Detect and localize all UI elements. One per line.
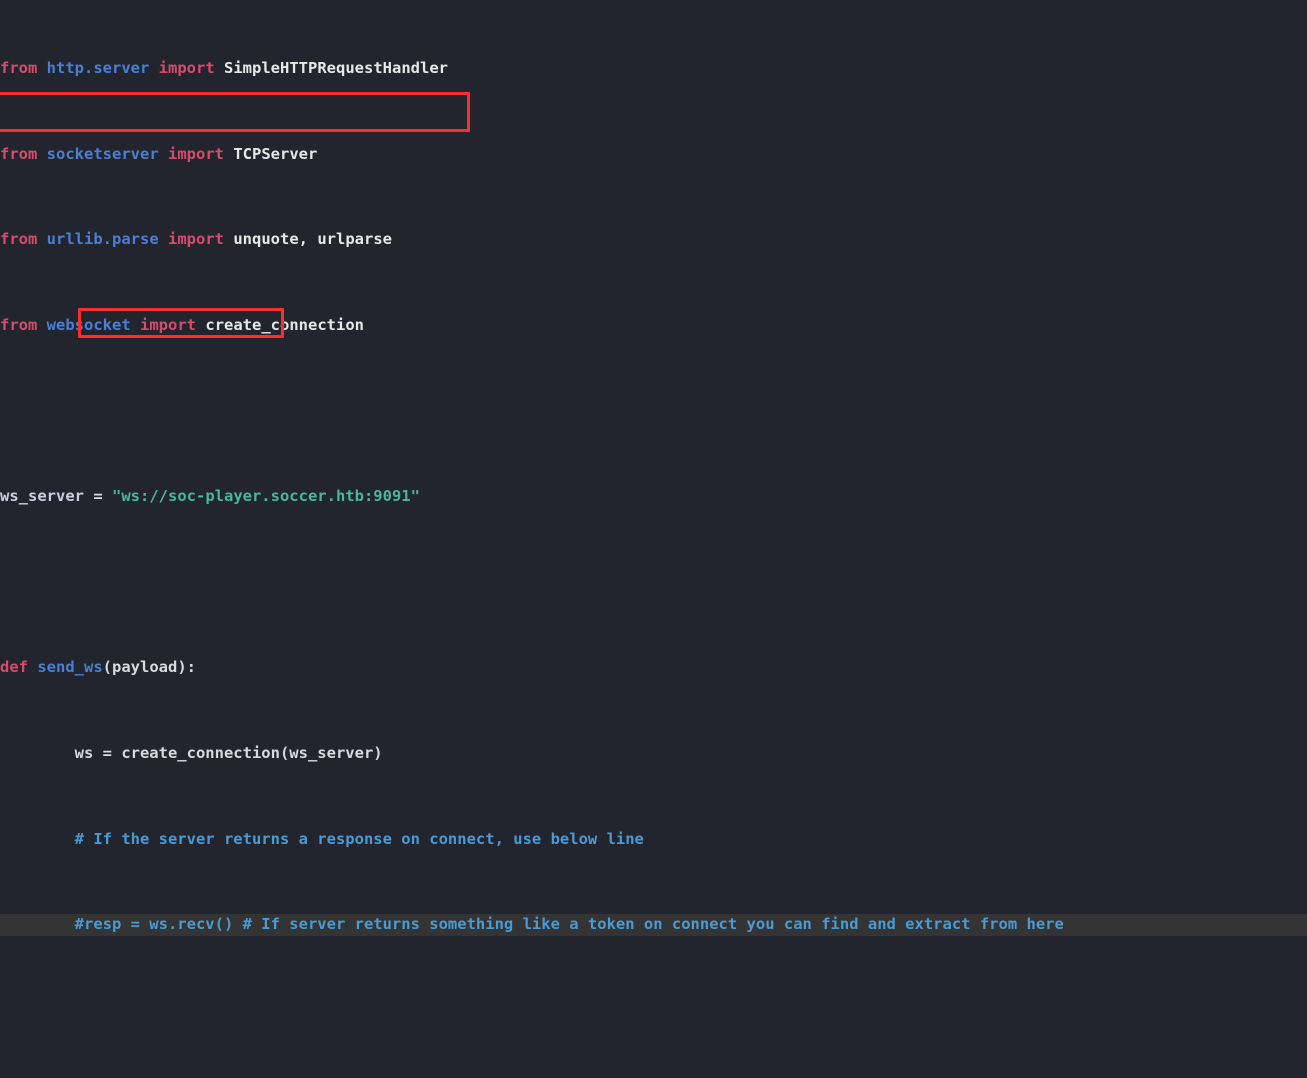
code-line-10: # If the server returns a response on co…: [0, 829, 1307, 850]
code-editor[interactable]: from http.server import SimpleHTTPReques…: [0, 0, 1307, 936]
keyword-import: import: [168, 144, 224, 163]
comment-commented-recv: #resp = ws.recv() # If server returns so…: [0, 915, 1064, 934]
code-line-6: ws_server = "ws://soc-player.soccer.htb:…: [0, 486, 1307, 507]
keyword-import: import: [158, 59, 215, 78]
code-line-1: from http.server import SimpleHTTPReques…: [0, 58, 1307, 79]
code-line-2: from socketserver import TCPServer: [0, 144, 1307, 165]
imported-name: TCPServer: [233, 144, 318, 163]
keyword-def: def: [0, 658, 28, 677]
keyword-from: from: [0, 144, 38, 163]
statement-create-connection: ws = create_connection(ws_server): [0, 744, 383, 763]
imported-name: create_connection: [205, 316, 364, 335]
module-name: websocket: [46, 316, 131, 335]
code-line-9: ws = create_connection(ws_server): [0, 743, 1307, 764]
code-line-7-blank: [0, 572, 1307, 593]
code-line-8: def send_ws(payload):: [0, 657, 1307, 678]
module-name: http.server: [46, 59, 150, 78]
operator-assign: =: [84, 487, 112, 506]
module-name: socketserver: [46, 144, 159, 163]
code-line-11-highlighted: #resp = ws.recv() # If server returns so…: [0, 914, 1307, 936]
function-name-send-ws: send_ws: [37, 658, 103, 677]
keyword-import: import: [140, 316, 197, 335]
code-line-3: from urllib.parse import unquote, urlpar…: [0, 229, 1307, 250]
comment-server-response-hint: # If the server returns a response on co…: [0, 829, 644, 848]
imported-name: SimpleHTTPRequestHandler: [224, 59, 448, 78]
code-line-5-blank: [0, 401, 1307, 422]
keyword-import: import: [168, 230, 224, 249]
code-line-12-blank: [0, 1000, 1307, 1021]
variable-ws-server: ws_server: [0, 487, 84, 506]
imported-name: unquote, urlparse: [233, 230, 392, 249]
module-name: urllib.parse: [46, 230, 159, 249]
code-content: from http.server import SimpleHTTPReques…: [0, 0, 1307, 1078]
string-ws-url: "ws://soc-player.soccer.htb:9091": [112, 487, 420, 506]
function-signature: (payload):: [102, 658, 196, 677]
keyword-from: from: [0, 230, 38, 249]
code-line-4: from websocket import create_connection: [0, 315, 1307, 336]
keyword-from: from: [0, 59, 38, 78]
keyword-from: from: [0, 316, 38, 335]
